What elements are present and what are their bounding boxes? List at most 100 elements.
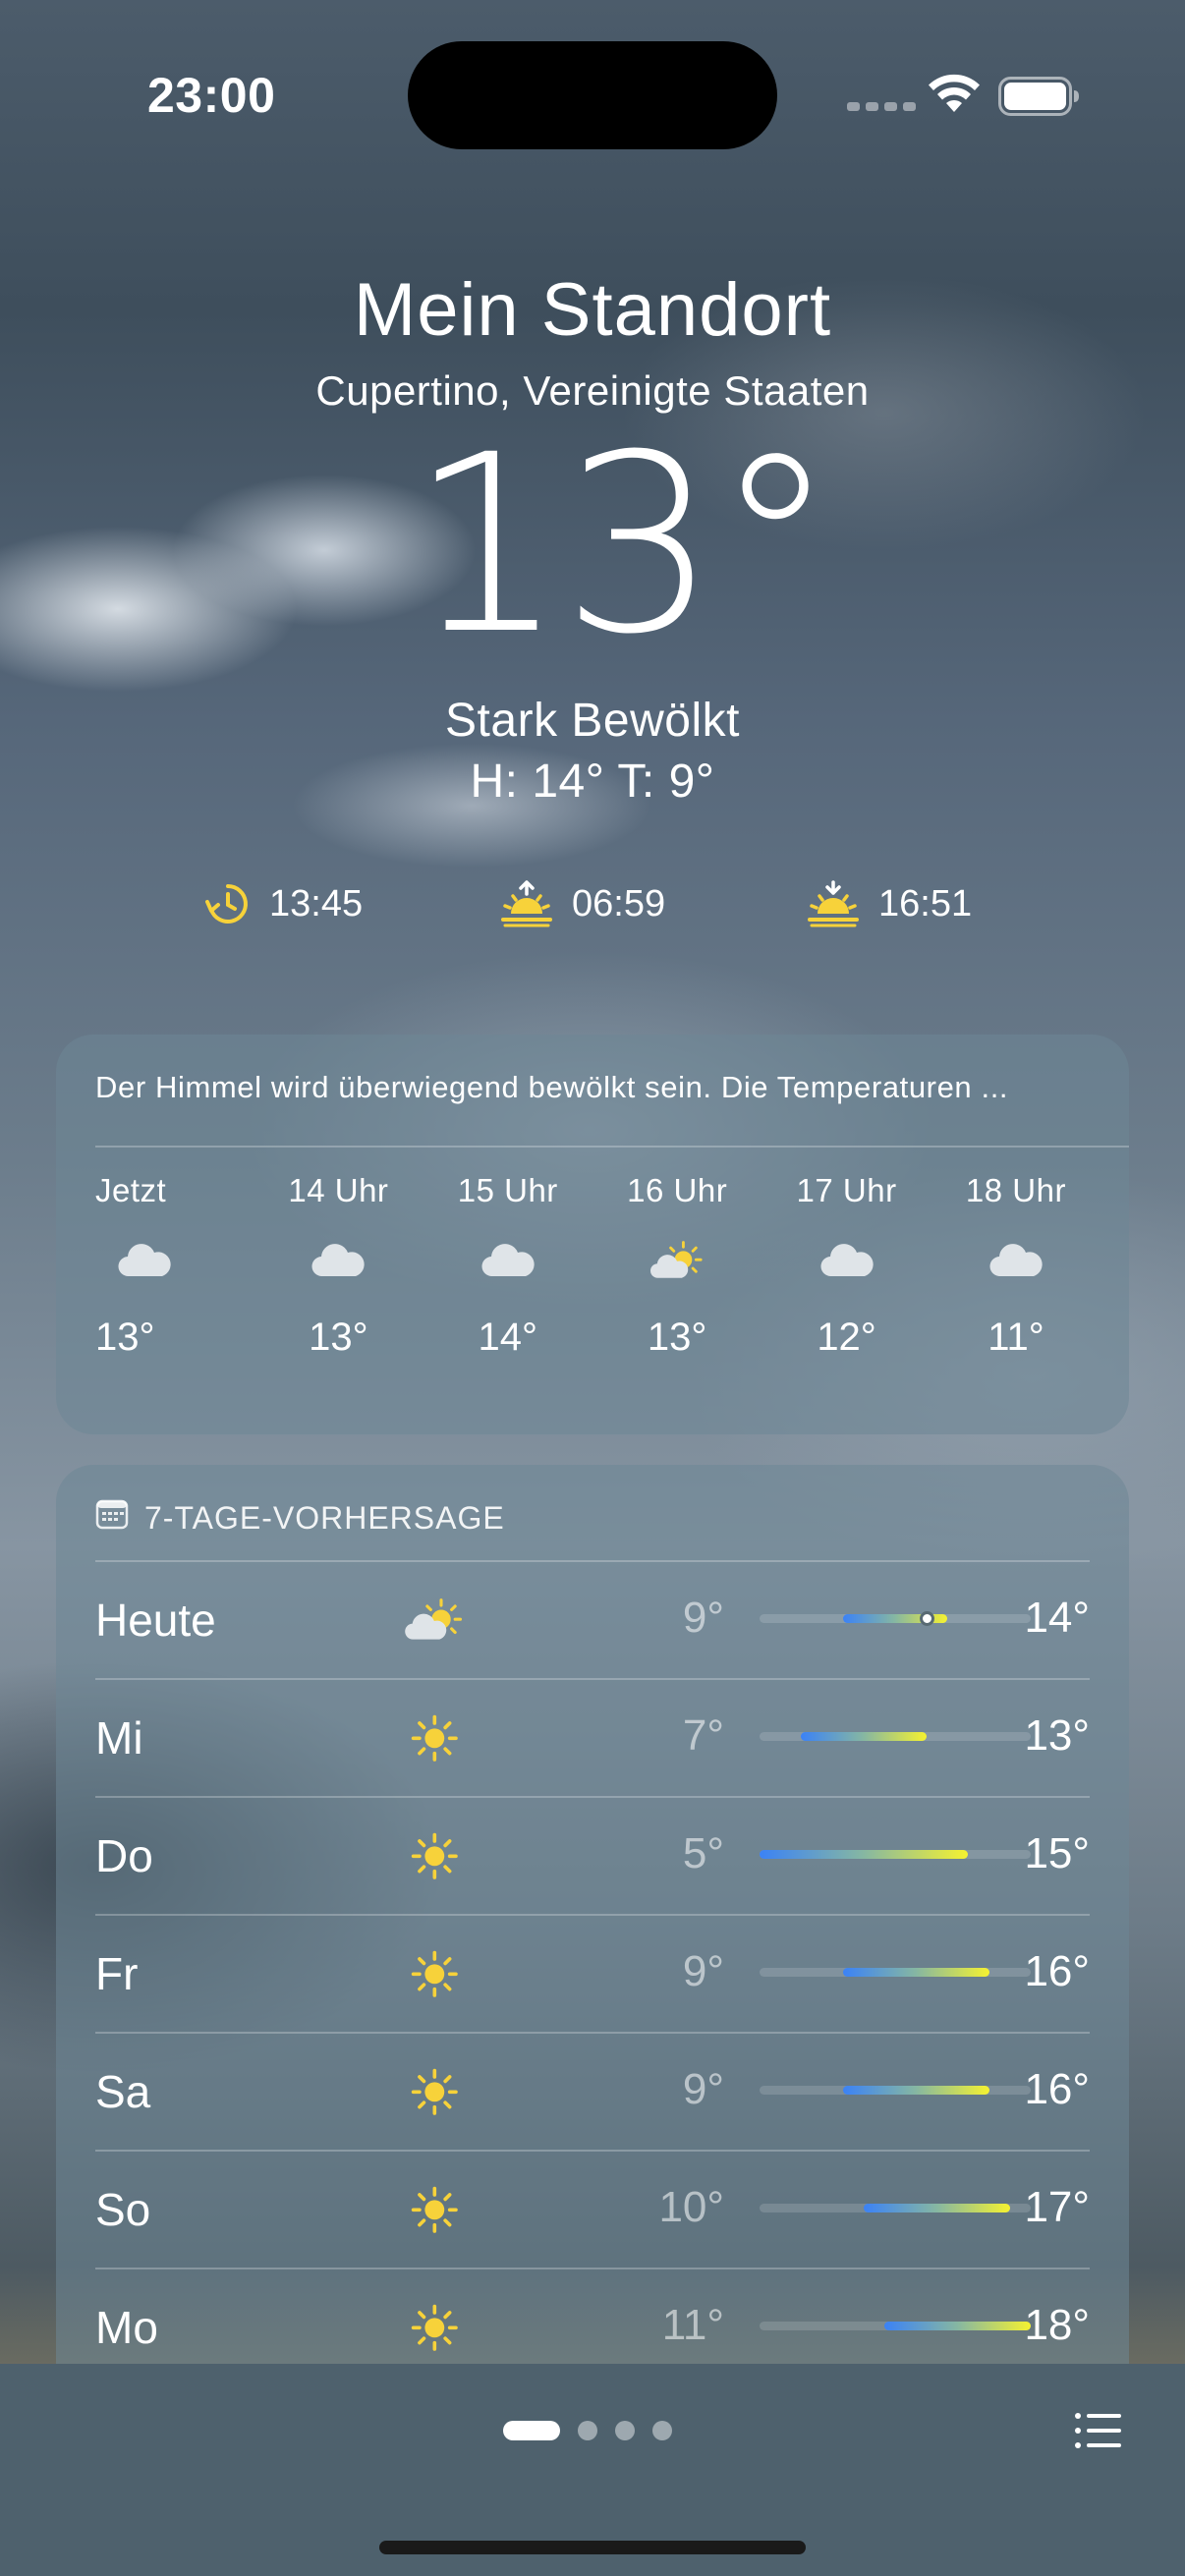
hour-label: 16 Uhr [627,1172,728,1208]
divider [95,1146,1129,1148]
sun-time-item: 16:51 [806,874,972,933]
sunset-icon [806,880,861,927]
hour-label: Jetzt [95,1172,167,1208]
current-temp-marker [919,1611,934,1626]
hour-label: 14 Uhr [288,1172,389,1208]
temperature-range-fill [801,1732,927,1741]
day-name: So [95,2184,151,2235]
status-time: 23:00 [147,68,276,123]
divider [95,2268,1090,2269]
partly-sunny-icon [628,1221,726,1300]
wifi-icon [928,73,981,121]
temperature-range-fill [842,2086,989,2095]
divider [95,1796,1090,1798]
hour-temp: 12° [817,1316,876,1359]
sun-icon [390,2175,479,2244]
hour-temp: 11° [988,1316,1044,1359]
hour-label: 17 Uhr [796,1172,897,1208]
current-condition: Stark Bewölkt [445,695,740,747]
divider [95,2150,1090,2152]
location-title: Mein Standort [353,268,832,352]
hour-item: 14 Uhr 13° [264,1172,412,1360]
hour-temp: 14° [478,1316,538,1359]
day-name: Mo [95,2302,158,2353]
sunrise-icon [499,880,554,927]
day-high-temp: 13° [1024,1711,1090,1760]
golden-hour-icon [204,880,252,927]
home-indicator[interactable] [379,2541,806,2554]
hourly-list[interactable]: Jetzt 13° 14 Uhr 13° 15 Uhr 14° 16 Uhr 13° 17 Uh… [95,1172,1090,1360]
hour-temp: 13° [647,1316,707,1359]
hour-item: 18 Uhr 11° [942,1172,1090,1360]
divider [95,1678,1090,1680]
day-high-temp: 17° [1024,2183,1090,2231]
page-dot[interactable] [652,2421,672,2440]
hourly-forecast-card[interactable]: Der Himmel wird überwiegend bewölkt sein… [56,1035,1129,1434]
high-low: H: 14° T: 9° [470,756,715,808]
sun-time-text: 16:51 [878,882,973,924]
cellular-signal-icon [847,102,916,111]
day-low-temp: 11° [661,2301,724,2349]
day-low-temp: 9° [682,1594,724,1642]
day-low-temp: 9° [682,2065,724,2113]
day-high-temp: 16° [1024,1947,1090,1995]
daily-forecast-card[interactable]: 7-TAGE-VORHERSAGE Heute 9° 14° Mi 7° 13° Do 5° 1… [56,1465,1129,2447]
divider [95,1914,1090,1916]
list-icon [1074,2411,1123,2455]
sun-time-item: 13:45 [204,874,363,933]
temperature-range-fill [760,1850,969,1859]
dynamic-island [408,41,777,149]
hour-temp: 13° [309,1316,368,1359]
hourly-summary: Der Himmel wird überwiegend bewölkt sein… [95,1070,1009,1104]
divider [95,2032,1090,2034]
battery-icon [998,77,1081,116]
day-high-temp: 15° [1024,1829,1090,1877]
bottom-bar [0,2364,1185,2576]
day-low-temp: 7° [682,1711,724,1760]
sun-time-item: 06:59 [499,874,665,933]
sun-time-text: 06:59 [572,882,666,924]
day-name: Heute [95,1595,216,1646]
calendar-icon [95,1498,129,1538]
page-dot[interactable] [615,2421,635,2440]
day-high-temp: 16° [1024,2065,1090,2113]
hour-item: 15 Uhr 14° [434,1172,582,1360]
day-name: Mi [95,1712,143,1764]
forecast-header: 7-TAGE-VORHERSAGE [95,1498,505,1538]
cloud-icon [289,1221,387,1300]
hour-item: 17 Uhr 12° [773,1172,921,1360]
forecast-day-row[interactable]: Fr 9° 16° [95,1914,1090,2032]
hour-item: 16 Uhr 13° [603,1172,751,1360]
day-name: Fr [95,1948,139,1999]
hour-label: 15 Uhr [457,1172,558,1208]
forecast-day-row[interactable]: Sa 9° 16° [95,2032,1090,2150]
day-low-temp: 10° [658,2183,724,2231]
forecast-header-label: 7-TAGE-VORHERSAGE [144,1499,505,1536]
sun-icon [390,1704,479,1772]
day-low-temp: 5° [682,1829,724,1877]
page-dot-active[interactable] [503,2421,560,2440]
current-temperature: 13° [0,422,1185,668]
current-temperature-value: 13° [409,402,836,688]
page-indicator[interactable] [503,2421,672,2440]
partly-sunny-icon [390,1586,479,1654]
sun-icon [390,2057,479,2126]
forecast-day-row[interactable]: Do 5° 15° [95,1796,1090,1914]
day-name: Do [95,1830,153,1881]
day-high-temp: 18° [1024,2301,1090,2349]
forecast-day-row[interactable]: So 10° 17° [95,2150,1090,2268]
sun-time-text: 13:45 [269,882,364,924]
temperature-range-fill [842,1968,989,1977]
cloud-icon [459,1221,557,1300]
cloud-icon [967,1221,1065,1300]
sun-icon [390,1821,479,1890]
day-name: Sa [95,2066,151,2117]
page-dot[interactable] [578,2421,597,2440]
forecast-day-row[interactable]: Mi 7° 13° [95,1678,1090,1796]
forecast-day-row[interactable]: Heute 9° 14° [95,1560,1090,1678]
hour-temp: 13° [95,1316,155,1359]
sun-icon [390,2293,479,2362]
weather-screen: 23:00 Mein Standort Cupertino, Vereinigt… [0,0,1185,2576]
cloud-icon [95,1221,194,1300]
location-list-button[interactable] [1069,2403,1128,2462]
